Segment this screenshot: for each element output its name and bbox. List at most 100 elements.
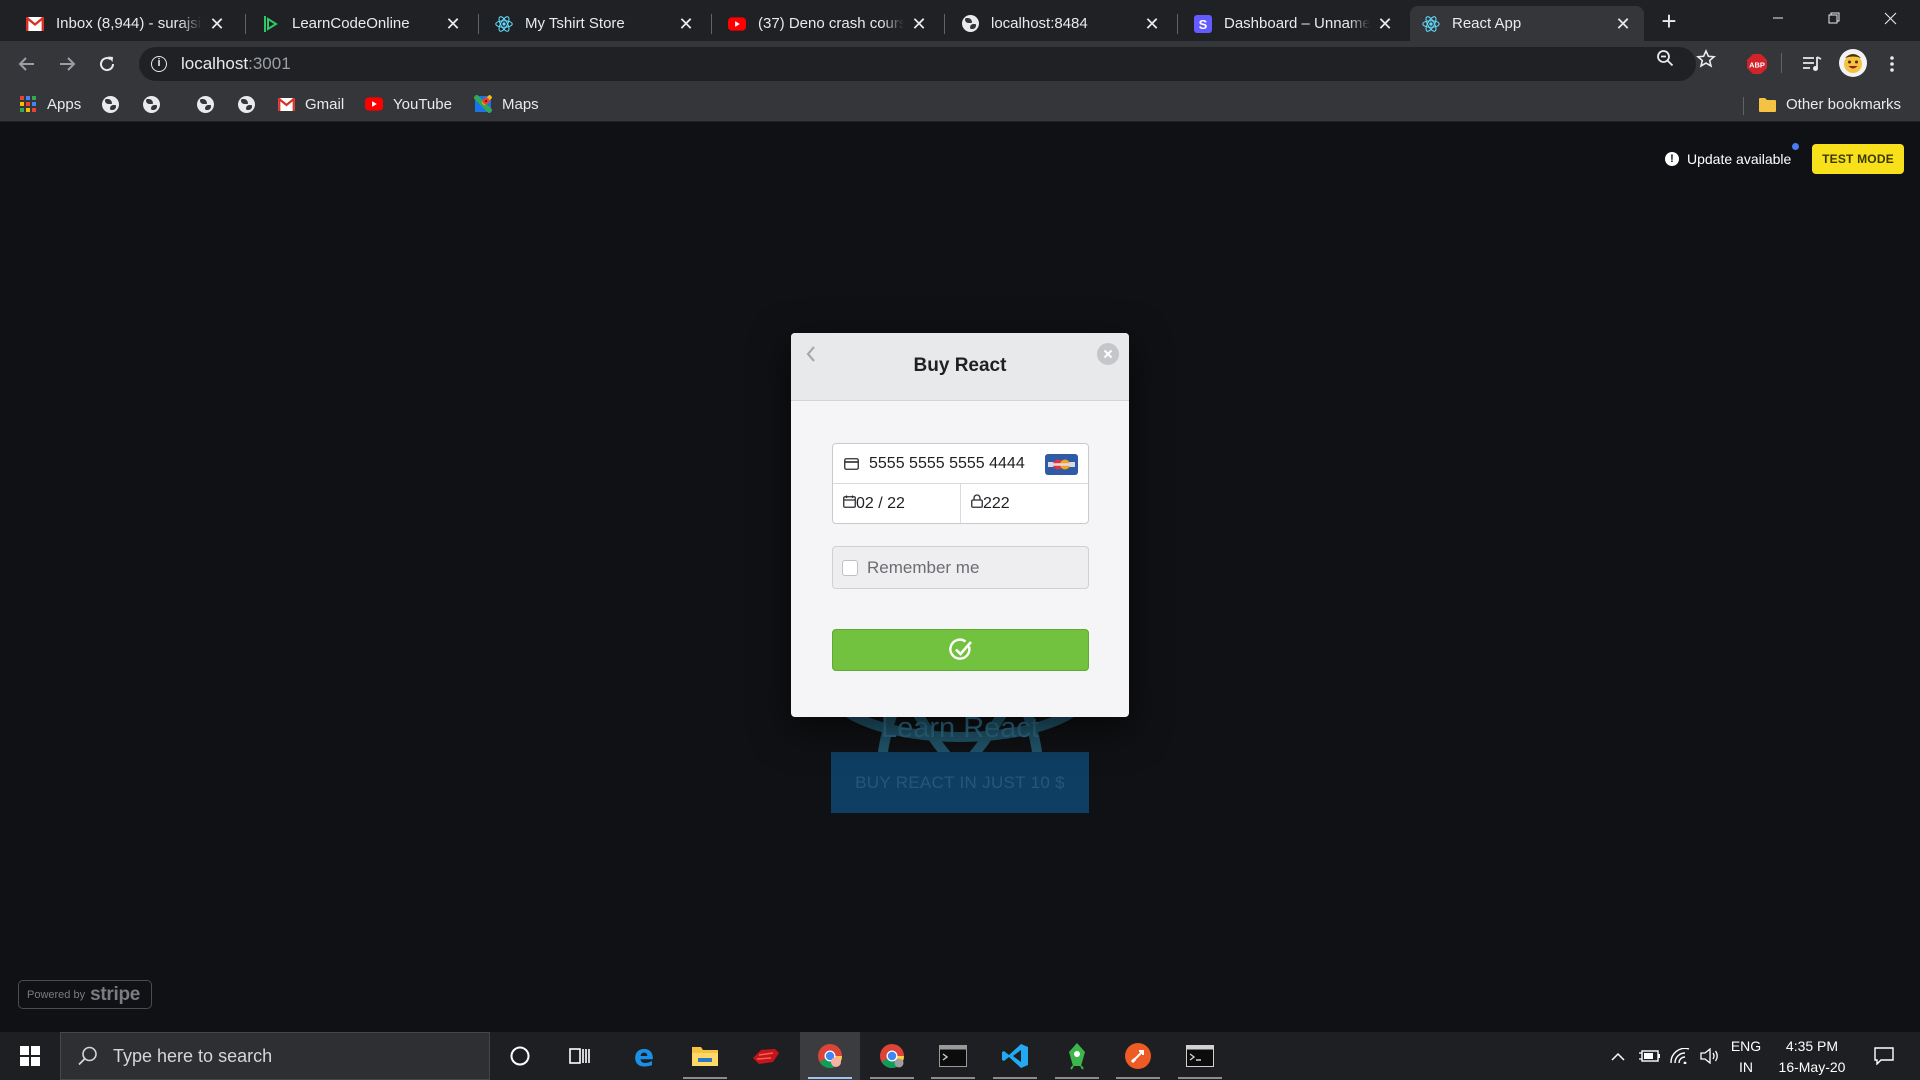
bookmark-gmail[interactable]: Gmail: [277, 93, 344, 115]
checkmark-circle-icon: [948, 638, 972, 660]
tab-gmail-inbox[interactable]: Inbox (8,944) - surajsingh ✕: [14, 6, 238, 41]
back-button[interactable]: [13, 50, 41, 78]
battery-icon[interactable]: [1636, 1032, 1664, 1080]
powered-by-stripe-badge[interactable]: Powered by stripe: [18, 980, 152, 1009]
address-bar[interactable]: i localhost:3001: [139, 47, 1696, 81]
tab-divider: [711, 14, 712, 34]
tab-localhost-8484[interactable]: localhost:8484 ✕: [949, 6, 1173, 41]
wifi-icon[interactable]: [1666, 1032, 1694, 1080]
expiry-field[interactable]: 02 / 22: [833, 484, 961, 523]
youtube-icon: [728, 15, 746, 33]
buy-react-button[interactable]: BUY REACT IN JUST 10 $: [831, 752, 1089, 813]
media-control-icon[interactable]: [1799, 51, 1825, 77]
submit-payment-button[interactable]: [832, 629, 1089, 671]
start-button[interactable]: [0, 1032, 60, 1080]
site-info-icon[interactable]: i: [151, 56, 167, 72]
volume-icon[interactable]: [1696, 1032, 1724, 1080]
gmail-icon: [26, 15, 44, 33]
bookmarks-bar: Apps Gmail YouTube Maps Other bookmarks: [0, 87, 1920, 122]
bookmark-other-bookmarks[interactable]: Other bookmarks: [1758, 93, 1901, 115]
credit-card-icon: [843, 457, 859, 471]
command-prompt-icon[interactable]: [1170, 1032, 1230, 1080]
edge-browser-icon[interactable]: e: [614, 1032, 674, 1080]
close-icon[interactable]: ✕: [208, 15, 226, 33]
globe-icon: [961, 15, 979, 33]
close-window-button[interactable]: [1862, 0, 1918, 36]
close-icon[interactable]: ✕: [677, 15, 695, 33]
system-clock[interactable]: 4:35 PM 16-May-20: [1766, 1036, 1858, 1078]
tab-my-tshirt-store[interactable]: My Tshirt Store ✕: [483, 6, 707, 41]
bookmark-label: Apps: [47, 95, 82, 113]
task-view-icon[interactable]: [550, 1032, 610, 1080]
cvc-field[interactable]: 222: [961, 484, 1088, 523]
web-page: ! Update available TEST MODE Learn React…: [0, 122, 1920, 1032]
address-host: localhost: [181, 54, 249, 73]
more-menu-icon[interactable]: [1879, 51, 1905, 77]
adblock-plus-icon[interactable]: ABP: [1744, 51, 1770, 77]
vscode-icon[interactable]: [985, 1032, 1045, 1080]
bookmark-globe-2[interactable]: [142, 93, 170, 115]
bookmark-maps[interactable]: Maps: [474, 93, 539, 115]
lock-icon: [971, 494, 983, 513]
region-code: IN: [1739, 1059, 1753, 1075]
remember-me-toggle[interactable]: Remember me: [832, 546, 1089, 589]
clock-date: 16-May-20: [1778, 1059, 1846, 1075]
bookmark-globe-3[interactable]: [196, 93, 224, 115]
taskbar-search-box[interactable]: Type here to search: [60, 1032, 490, 1080]
bookmark-globe-4[interactable]: [237, 93, 265, 115]
maps-icon: [474, 95, 492, 113]
card-fieldset: 5555 5555 5555 4444 02 / 22 222: [832, 443, 1089, 524]
restore-button[interactable]: [1806, 0, 1862, 36]
chrome-profile-icon[interactable]: [862, 1032, 922, 1080]
card-number-field[interactable]: 5555 5555 5555 4444: [833, 444, 1088, 484]
game-app-icon[interactable]: [736, 1032, 796, 1080]
stripe-logo: stripe: [90, 983, 141, 1005]
bookmark-globe-1[interactable]: [101, 93, 129, 115]
close-icon[interactable]: ✕: [1376, 15, 1394, 33]
tab-divider: [245, 14, 246, 34]
forward-button[interactable]: [53, 50, 81, 78]
cortana-icon[interactable]: [490, 1032, 550, 1080]
remember-me-checkbox[interactable]: [842, 559, 858, 576]
close-button[interactable]: [1097, 343, 1119, 365]
zoom-icon[interactable]: [1655, 49, 1675, 69]
bookmark-apps[interactable]: Apps: [19, 93, 81, 115]
tab-deno-crash-course[interactable]: (37) Deno crash course ✕: [716, 6, 940, 41]
action-center-button[interactable]: [1864, 1032, 1904, 1080]
close-icon[interactable]: ✕: [1143, 15, 1161, 33]
robo3t-icon[interactable]: [1047, 1032, 1107, 1080]
tab-divider: [944, 14, 945, 34]
reload-button[interactable]: [93, 50, 121, 78]
tab-strip: Inbox (8,944) - surajsingh ✕ LearnCodeOn…: [0, 0, 1920, 41]
tab-react-app[interactable]: React App ✕: [1410, 6, 1644, 41]
chrome-icon[interactable]: [800, 1032, 860, 1080]
test-mode-badge: TEST MODE: [1812, 144, 1904, 174]
new-tab-button[interactable]: +: [1655, 8, 1683, 36]
close-icon[interactable]: ✕: [444, 15, 462, 33]
input-language-indicator[interactable]: ENG IN: [1726, 1036, 1766, 1078]
windows-taskbar: Type here to search e ENG IN 4:35 PM 16-…: [0, 1032, 1920, 1080]
tab-title: (37) Deno crash course: [758, 15, 904, 32]
postman-icon[interactable]: [1108, 1032, 1168, 1080]
bookmark-youtube[interactable]: YouTube: [365, 93, 452, 115]
close-icon[interactable]: ✕: [1614, 15, 1632, 33]
tab-stripe-dashboard[interactable]: S Dashboard – Unnamed ✕: [1182, 6, 1406, 41]
file-explorer-icon[interactable]: [675, 1032, 735, 1080]
bookmark-star-icon[interactable]: [1696, 49, 1716, 69]
globe-icon: [196, 95, 214, 113]
avatar[interactable]: [1838, 48, 1868, 78]
close-icon[interactable]: ✕: [910, 15, 928, 33]
terminal-icon[interactable]: [923, 1032, 983, 1080]
react-icon: [495, 15, 513, 33]
modal-header: Buy React: [791, 333, 1129, 401]
forward-arrow-icon: [60, 57, 76, 71]
card-number-value: 5555 5555 5555 4444: [869, 454, 1025, 472]
globe-icon: [142, 95, 160, 113]
update-available-notice[interactable]: ! Update available: [1665, 143, 1800, 169]
minimize-button[interactable]: [1750, 0, 1806, 36]
bookmark-label: YouTube: [393, 95, 452, 113]
apps-grid-icon: [19, 95, 37, 113]
tab-learncodeonline[interactable]: LearnCodeOnline ✕: [250, 6, 474, 41]
show-hidden-icons-button[interactable]: [1606, 1032, 1630, 1080]
toolbar-divider: [1781, 53, 1782, 73]
